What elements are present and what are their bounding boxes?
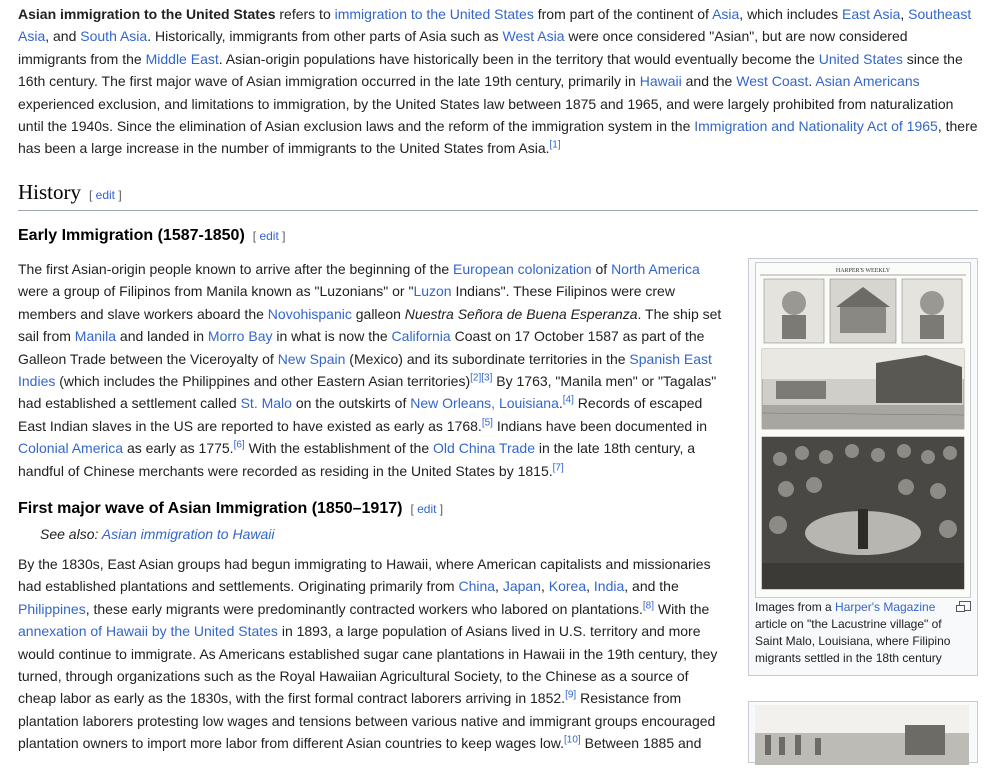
link-middle-east[interactable]: Middle East — [146, 51, 219, 67]
text-run: , — [900, 6, 909, 22]
link-india[interactable]: India — [594, 578, 624, 594]
link-colonial-america[interactable]: Colonial America — [18, 440, 123, 456]
text-run: (Mexico) and its subordinate territories… — [345, 350, 630, 367]
text-run: , — [540, 578, 549, 595]
citation-8[interactable]: [8] — [643, 600, 654, 611]
text-run: , and — [45, 28, 81, 45]
text-run: . Asian-origin populations have historic… — [218, 50, 819, 67]
link-st-malo[interactable]: St. Malo — [241, 395, 292, 411]
text-run: , which includes — [739, 6, 843, 22]
second-figure-image[interactable] — [755, 705, 969, 765]
wave-edit-link[interactable]: edit — [417, 502, 436, 516]
link-harpers-magazine[interactable]: Harper's Magazine — [835, 600, 935, 614]
text-run: refers to — [275, 6, 335, 22]
text-run: on the outskirts of — [291, 395, 411, 412]
text-run: were a group of Filipinos from Manila kn… — [18, 283, 414, 300]
text-run: Between 1885 and — [580, 735, 702, 752]
early-immigration-title: Early Immigration (1587-1850) — [18, 227, 245, 244]
second-figure — [748, 701, 978, 765]
harpers-figure: HARPER'S WEEKLY Images from a Harper's M… — [748, 258, 978, 676]
text-run: , and the — [624, 578, 679, 595]
link-asian-americans[interactable]: Asian Americans — [815, 73, 919, 89]
see-also-hatnote: See also: Asian immigration to Hawaii — [40, 526, 274, 542]
citation-1[interactable]: [1] — [550, 140, 561, 151]
link-japan[interactable]: Japan — [503, 578, 541, 594]
link-new-orleans[interactable]: New Orleans, Louisiana — [410, 395, 559, 411]
link-korea[interactable]: Korea — [549, 578, 586, 594]
link-china[interactable]: China — [458, 578, 495, 594]
link-ina-1965[interactable]: Immigration and Nationality Act of 1965 — [694, 118, 938, 134]
link-north-america[interactable]: North America — [611, 261, 700, 277]
first-wave-heading: First major wave of Asian Immigration (1… — [18, 500, 443, 518]
early-edit: [ edit ] — [252, 229, 286, 243]
citation-4[interactable]: [4] — [563, 395, 574, 406]
history-heading: History [ edit ] — [18, 180, 978, 211]
link-manila[interactable]: Manila — [75, 328, 116, 344]
citation-10[interactable]: [10] — [564, 735, 581, 746]
first-wave-title: First major wave of Asian Immigration (1… — [18, 500, 403, 517]
link-west-coast[interactable]: West Coast — [736, 73, 808, 89]
text-run: With the — [654, 600, 710, 617]
citation-9[interactable]: [9] — [565, 690, 576, 701]
text-run: from part of the continent of — [533, 6, 713, 22]
text-run: , these early migrants were predominantl… — [85, 600, 643, 617]
history-edit: [ edit ] — [89, 188, 122, 202]
early-edit-link[interactable]: edit — [259, 229, 278, 243]
text-run: , — [495, 578, 503, 595]
link-european-colonization[interactable]: European colonization — [453, 261, 592, 277]
citation-7[interactable]: [7] — [553, 462, 564, 473]
see-also-label: See also: — [40, 526, 102, 542]
second-figure-svg — [755, 705, 969, 765]
link-annexation-hawaii[interactable]: annexation of Hawaii by the United State… — [18, 623, 278, 639]
text-run: galleon — [351, 305, 405, 322]
text-run: and the — [681, 73, 737, 90]
first-wave-paragraph: By the 1830s, East Asian groups had begu… — [18, 553, 724, 755]
text-run: in what is now the — [272, 328, 392, 345]
link-south-asia[interactable]: South Asia — [80, 28, 147, 44]
text-run: The first Asian-origin people known to a… — [18, 261, 454, 277]
link-immigration-us[interactable]: immigration to the United States — [335, 6, 534, 22]
wave-edit: [ edit ] — [410, 502, 444, 516]
citation-2[interactable]: [2] — [470, 372, 481, 383]
text-run: With the establishment of the — [244, 440, 434, 457]
link-california[interactable]: California — [392, 328, 451, 344]
citation-3[interactable]: [3] — [481, 372, 492, 383]
text-run: . Historically, immigrants from other pa… — [147, 28, 503, 45]
link-asian-immigration-hawaii[interactable]: Asian immigration to Hawaii — [102, 526, 275, 542]
early-immigration-heading: Early Immigration (1587-1850) [ edit ] — [18, 227, 285, 245]
lead-paragraph: Asian immigration to the United States r… — [18, 3, 978, 160]
link-east-asia[interactable]: East Asia — [842, 6, 900, 22]
lead-bold-title: Asian immigration to the United States — [18, 6, 276, 22]
ship-name: Nuestra Señora de Buena Esperanza — [404, 305, 638, 322]
link-united-states[interactable]: United States — [819, 51, 903, 67]
link-new-spain[interactable]: New Spain — [278, 351, 346, 367]
text-run: Indians have been documented in — [492, 417, 707, 434]
text-run: and landed in — [116, 328, 208, 345]
text-run: as early as 1775. — [123, 440, 234, 457]
text-run: of — [591, 261, 612, 277]
link-hawaii[interactable]: Hawaii — [640, 73, 682, 89]
link-novohispanic[interactable]: Novohispanic — [268, 306, 352, 322]
citation-6[interactable]: [6] — [234, 440, 245, 451]
text-run: (which includes the Philippines and othe… — [55, 373, 471, 390]
citation-5[interactable]: [5] — [482, 417, 493, 428]
text-run: , — [586, 578, 594, 595]
link-philippines[interactable]: Philippines — [18, 601, 86, 617]
history-title: History — [18, 180, 81, 204]
harpers-engraving-image[interactable]: HARPER'S WEEKLY — [755, 262, 971, 598]
early-immigration-paragraph: The first Asian-origin people known to a… — [18, 258, 724, 482]
caption-text: article on "the Lacustrine village" of S… — [755, 617, 951, 665]
caption-text: Images from a — [755, 600, 836, 614]
history-edit-link[interactable]: edit — [96, 188, 115, 202]
link-morro-bay[interactable]: Morro Bay — [208, 328, 273, 344]
link-luzon[interactable]: Luzon — [413, 283, 451, 299]
link-old-china-trade[interactable]: Old China Trade — [433, 440, 535, 456]
link-west-asia[interactable]: West Asia — [503, 28, 565, 44]
engraving-svg: HARPER'S WEEKLY — [756, 263, 970, 597]
link-asia[interactable]: Asia — [712, 6, 739, 22]
masthead-text: HARPER'S WEEKLY — [836, 268, 891, 274]
figure-caption: Images from a Harper's Magazine article … — [755, 599, 969, 667]
